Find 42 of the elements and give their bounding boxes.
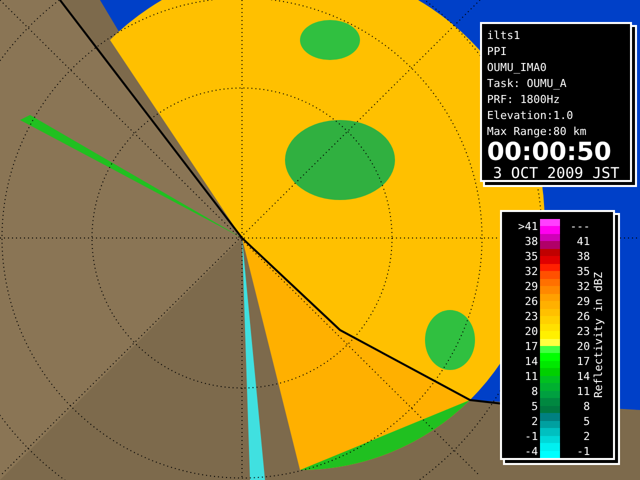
scale-label: 14 xyxy=(576,369,590,384)
scale-label: -1 xyxy=(576,444,590,459)
scale-label: 38 xyxy=(576,249,590,264)
scale-label: 2 xyxy=(583,429,590,444)
scale-label: 5 xyxy=(531,399,538,414)
info-text: Max Range:80 km xyxy=(487,124,588,140)
scale-label: 23 xyxy=(576,324,590,339)
scale-label: 17 xyxy=(576,354,590,369)
info-text: PPI xyxy=(487,44,508,60)
info-text: ilts1 xyxy=(487,28,522,44)
scale-label: 32 xyxy=(524,264,538,279)
scale-label: 23 xyxy=(524,309,538,324)
scale-label: 8 xyxy=(531,384,538,399)
scale-label: 20 xyxy=(576,339,590,354)
scale-label: 8 xyxy=(583,399,590,414)
scale-label: 29 xyxy=(524,279,538,294)
scale-label: 26 xyxy=(576,309,590,324)
time-text: 00:00:50 xyxy=(487,140,612,164)
scale-label: -1 xyxy=(524,429,538,444)
scale-label: 17 xyxy=(524,339,538,354)
scale-label: -4 xyxy=(524,444,538,459)
scale-label: 11 xyxy=(576,384,590,399)
scale-label: 38 xyxy=(524,234,538,249)
scale-label: 5 xyxy=(583,414,590,429)
legend-title: Reflectivity in dBZ xyxy=(592,272,605,398)
scale-label: >41 xyxy=(518,219,538,234)
scale-label: 11 xyxy=(524,369,538,384)
info-text: PRF: 1800Hz xyxy=(487,92,561,108)
info-text: OUMU_IMA0 xyxy=(487,60,548,76)
scale-label: 41 xyxy=(576,234,590,249)
scale-label: 35 xyxy=(576,264,590,279)
scale-label: 20 xyxy=(524,324,538,339)
scale-label: 29 xyxy=(576,294,590,309)
info-text: Elevation:1.0 xyxy=(487,108,574,124)
scale-label: 26 xyxy=(524,294,538,309)
date-text: 3 OCT 2009 JST xyxy=(492,164,620,182)
scale-label: 32 xyxy=(576,279,590,294)
scale-label: --- xyxy=(570,219,590,234)
scale-label: 14 xyxy=(524,354,538,369)
scale-label: 35 xyxy=(524,249,538,264)
info-text: Task: OUMU_A xyxy=(487,76,568,92)
scale-label: 2 xyxy=(531,414,538,429)
